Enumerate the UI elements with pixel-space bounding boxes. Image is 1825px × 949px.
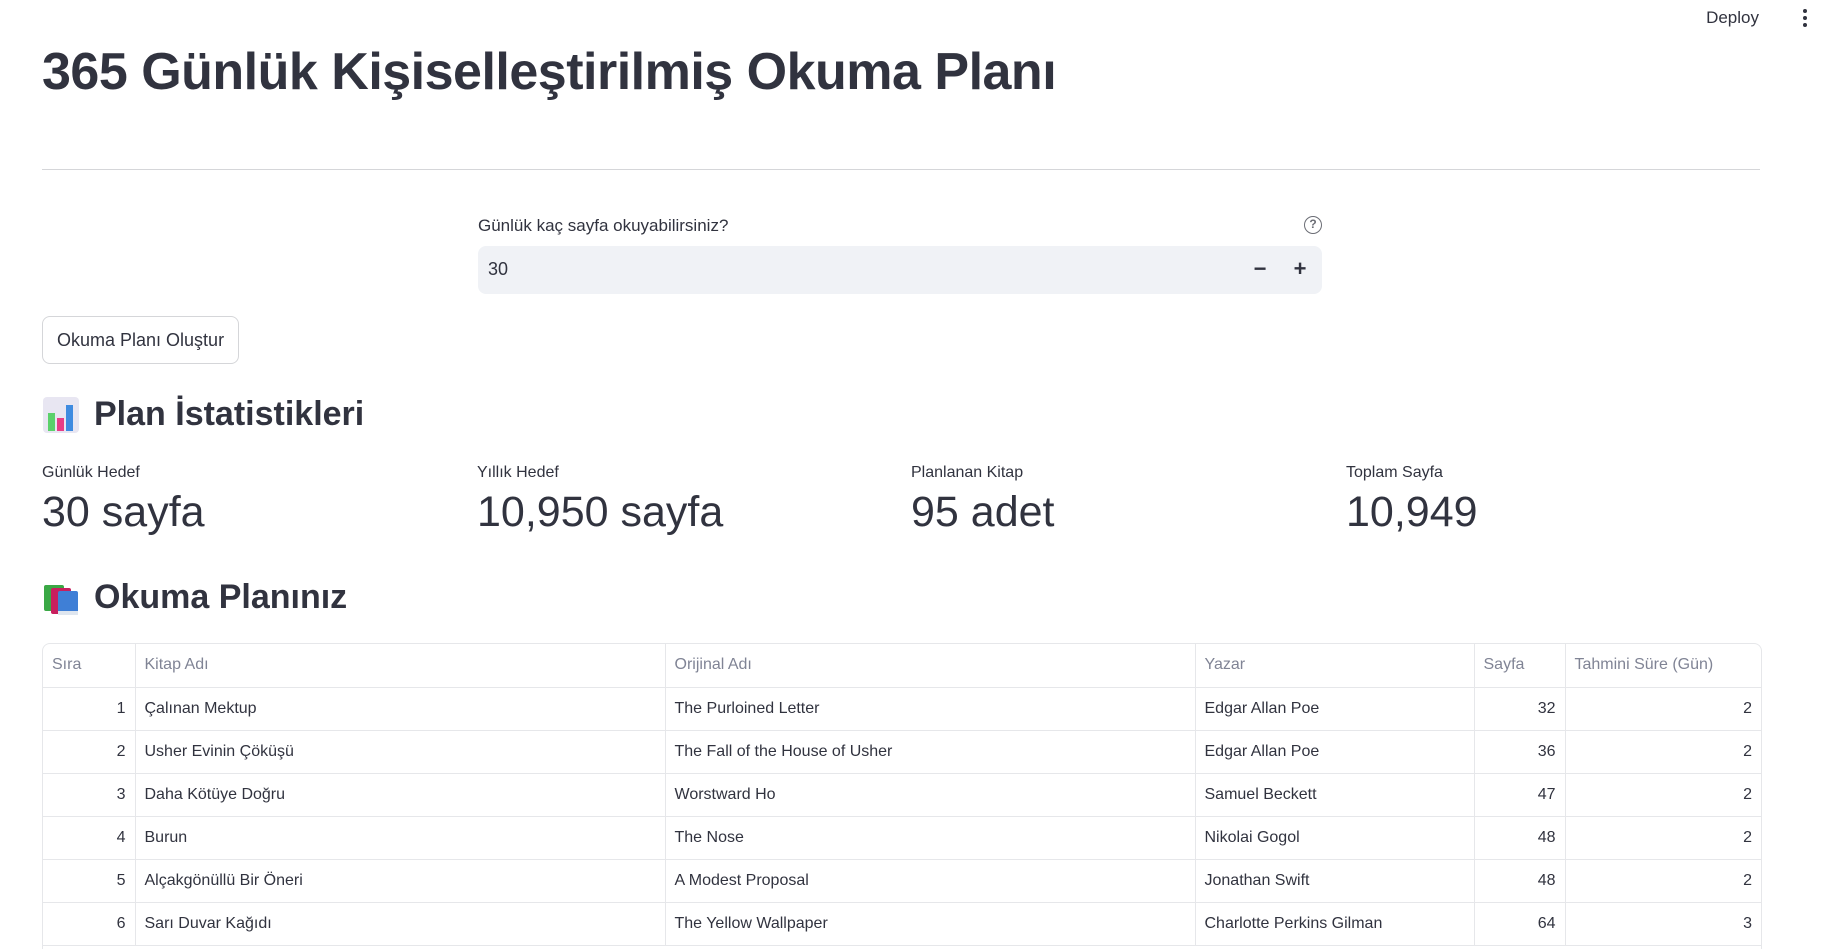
table-row[interactable]: 6 Sarı Duvar Kağıdı The Yellow Wallpaper… (43, 902, 1761, 946)
divider (42, 169, 1760, 170)
table-cell: 48 (1474, 816, 1566, 860)
table-cell: 2 (43, 730, 136, 774)
table-cell: 32 (1474, 687, 1566, 731)
page-title: 365 Günlük Kişiselleştirilmiş Okuma Plan… (42, 43, 1057, 101)
table-cell: Samuel Beckett (1195, 773, 1475, 817)
metric-value: 95 adet (911, 488, 1055, 536)
table-cell: 1 (43, 687, 136, 731)
table-cell: Çalınan Mektup (135, 687, 666, 731)
decrement-button[interactable]: − (1244, 254, 1276, 286)
metric-total-pages: Toplam Sayfa 10,949 (1346, 462, 1478, 537)
table-cell: Burun (135, 816, 666, 860)
table-cell: Alçakgönüllü Bir Öneri (135, 859, 666, 903)
metric-value: 30 sayfa (42, 488, 205, 536)
stats-metrics: Günlük Hedef 30 sayfa Yıllık Hedef 10,95… (42, 462, 1760, 542)
books-icon (44, 584, 78, 615)
table-cell: 2 (1565, 730, 1761, 774)
metric-yearly-target: Yıllık Hedef 10,950 sayfa (477, 462, 723, 537)
table-cell: 47 (1474, 773, 1566, 817)
daily-pages-input-block: Günlük kaç sayfa okuyabilirsiniz? ? 30 −… (478, 214, 1322, 294)
metric-value: 10,950 sayfa (477, 488, 724, 536)
table-cell: Sarı Duvar Kağıdı (135, 902, 666, 946)
table-cell: Edgar Allan Poe (1195, 687, 1475, 731)
table-cell: 3 (43, 773, 136, 817)
daily-pages-number-input[interactable]: 30 − + (478, 246, 1322, 294)
table-cell: The Purloined Letter (665, 687, 1196, 731)
column-header[interactable]: Sıra (43, 644, 136, 688)
table-cell: 2 (1565, 859, 1761, 903)
table-cell: Edgar Allan Poe (1195, 730, 1475, 774)
column-header[interactable]: Tahmini Süre (Gün) (1565, 644, 1761, 688)
table-cell: The Yellow Wallpaper (665, 902, 1196, 946)
increment-button[interactable]: + (1284, 254, 1316, 286)
metric-label: Günlük Hedef (42, 464, 140, 481)
table-cell: A Modest Proposal (665, 859, 1196, 903)
table-cell: 6 (43, 902, 136, 946)
stats-heading: Plan İstatistikleri (42, 395, 364, 434)
table-cell: 48 (1474, 859, 1566, 903)
help-circle-icon[interactable]: ? (1304, 216, 1322, 234)
table-cell: 2 (1565, 816, 1761, 860)
table-cell: Jonathan Swift (1195, 859, 1475, 903)
column-header[interactable]: Orijinal Adı (665, 644, 1196, 688)
table-row[interactable]: 2 Usher Evinin Çöküşü The Fall of the Ho… (43, 730, 1761, 774)
daily-pages-label: Günlük kaç sayfa okuyabilirsiniz? (478, 216, 729, 235)
table-row[interactable]: 1 Çalınan Mektup The Purloined Letter Ed… (43, 687, 1761, 731)
stats-heading-text: Plan İstatistikleri (94, 395, 365, 433)
metric-daily-target: Günlük Hedef 30 sayfa (42, 462, 205, 537)
table-cell: 64 (1474, 902, 1566, 946)
table-cell: 5 (43, 859, 136, 903)
table-header-row: Sıra Kitap Adı Orijinal Adı Yazar Sayfa … (43, 644, 1761, 688)
table-row[interactable]: 3 Daha Kötüye Doğru Worstward Ho Samuel … (43, 773, 1761, 817)
table-cell: 3 (1565, 902, 1761, 946)
metric-label: Toplam Sayfa (1346, 464, 1443, 481)
table-row[interactable]: 4 Burun The Nose Nikolai Gogol 48 2 (43, 816, 1761, 860)
metric-label: Planlanan Kitap (911, 464, 1024, 481)
table-cell: The Nose (665, 816, 1196, 860)
table-row[interactable]: 5 Alçakgönüllü Bir Öneri A Modest Propos… (43, 859, 1761, 903)
metric-value: 10,949 (1346, 488, 1478, 536)
metric-planned-books: Planlanan Kitap 95 adet (911, 462, 1054, 537)
metric-label: Yıllık Hedef (477, 464, 559, 481)
table-cell: Nikolai Gogol (1195, 816, 1475, 860)
create-plan-button[interactable]: Okuma Planı Oluştur (42, 316, 240, 364)
plan-heading-text: Okuma Planınız (94, 578, 348, 616)
table-cell: 36 (1474, 730, 1566, 774)
column-header[interactable]: Sayfa (1474, 644, 1566, 688)
column-header[interactable]: Yazar (1195, 644, 1475, 688)
table-cell: 4 (43, 816, 136, 860)
table-cell: 2 (1565, 687, 1761, 731)
table-cell: 2 (1565, 773, 1761, 817)
app-header: Deploy (0, 0, 1825, 36)
column-header[interactable]: Kitap Adı (135, 644, 666, 688)
bar-chart-icon (43, 396, 79, 433)
table-cell: The Fall of the House of Usher (665, 730, 1196, 774)
plan-heading: Okuma Planınız (42, 578, 347, 617)
deploy-button[interactable]: Deploy (1700, 6, 1765, 30)
table-cell: Worstward Ho (665, 773, 1196, 817)
reading-plan-table[interactable]: Sıra Kitap Adı Orijinal Adı Yazar Sayfa … (42, 643, 1762, 949)
table-cell: Charlotte Perkins Gilman (1195, 902, 1475, 946)
kebab-menu-icon[interactable] (1799, 6, 1811, 30)
table-cell: Usher Evinin Çöküşü (135, 730, 666, 774)
table-cell: Daha Kötüye Doğru (135, 773, 666, 817)
daily-pages-value[interactable]: 30 (488, 259, 508, 280)
